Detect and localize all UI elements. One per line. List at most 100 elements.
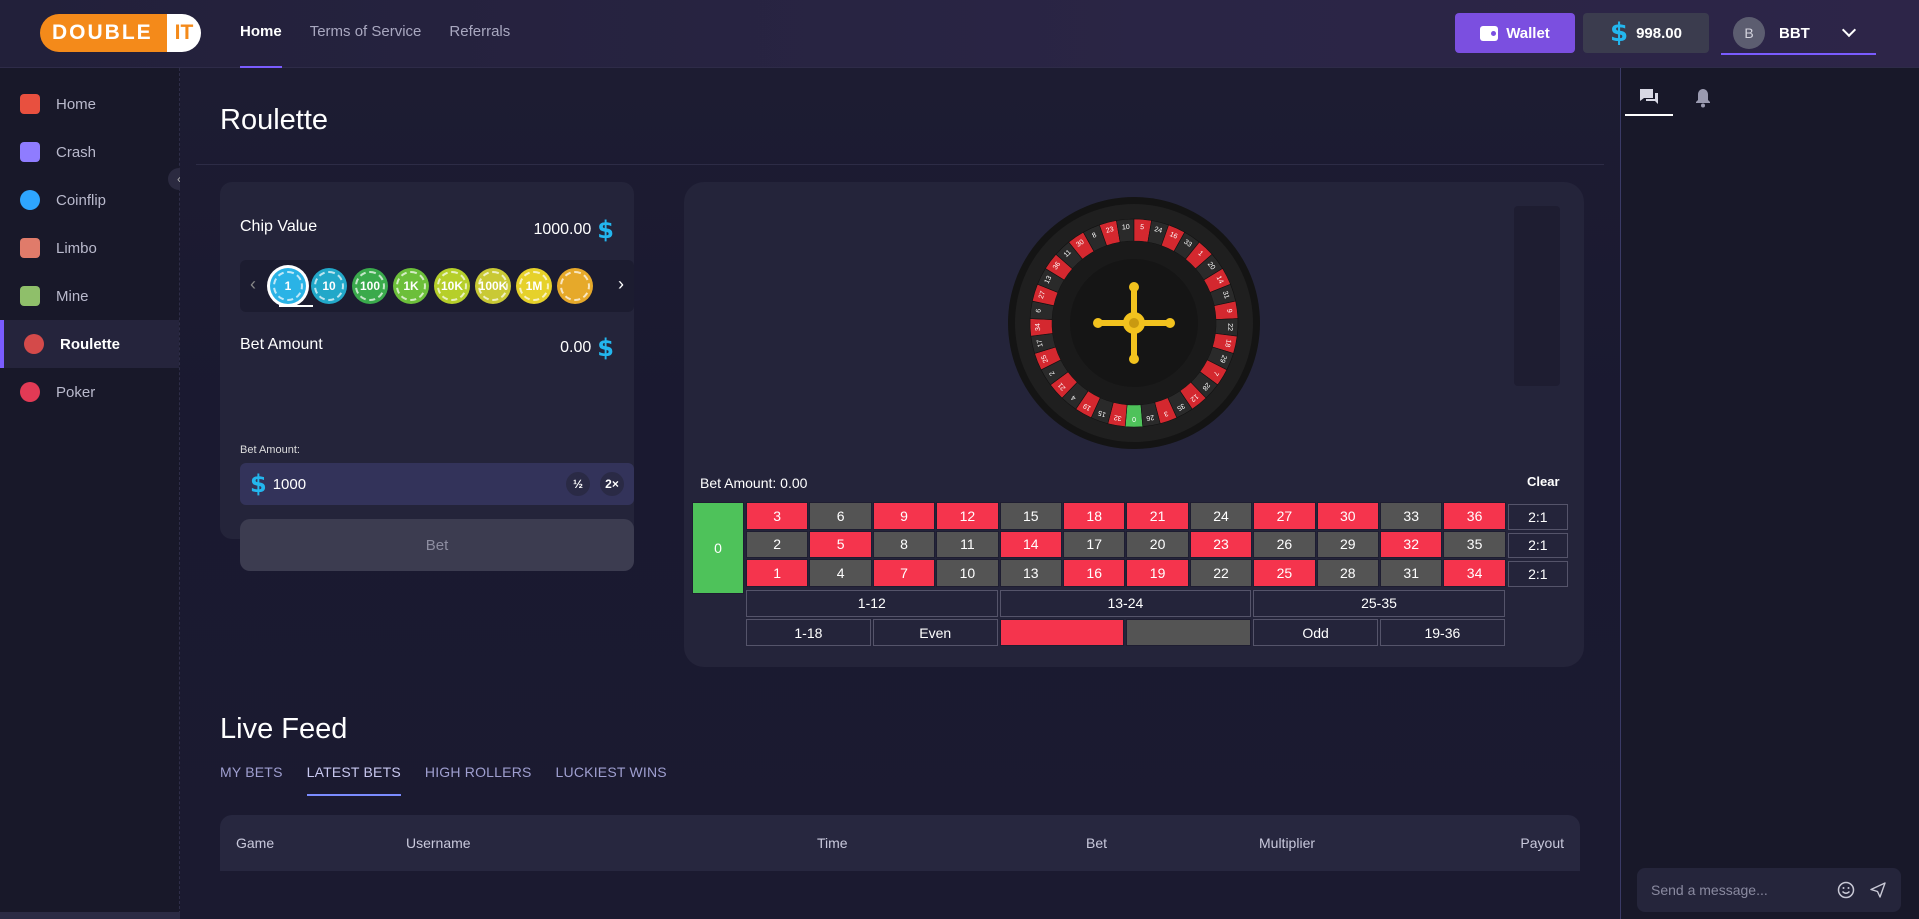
sidebar-item-poker[interactable]: Poker <box>0 368 179 416</box>
sidebar-item-label: Roulette <box>60 335 120 353</box>
roulette-icon <box>24 334 44 354</box>
bet-number-30[interactable]: 30 <box>1316 502 1379 530</box>
bet-number-9[interactable]: 9 <box>872 502 936 530</box>
bet-number-15[interactable]: 15 <box>999 502 1062 530</box>
wheel-number: 22 <box>1226 323 1233 331</box>
bet-zero[interactable]: 0 <box>692 502 744 594</box>
chip-label: 1 <box>284 279 292 293</box>
bet-amount-value: 0.00 <box>560 339 592 356</box>
title-divider <box>196 164 1604 165</box>
bet-number-19[interactable]: 19 <box>1126 559 1189 587</box>
tab-latest-bets[interactable]: LATEST BETS <box>306 764 402 796</box>
bet-number-3[interactable]: 3 <box>746 502 809 530</box>
bet-column-1[interactable]: 2:1 <box>1507 504 1568 530</box>
chip-next-icon[interactable]: › <box>618 274 624 295</box>
bet-number-14[interactable]: 14 <box>999 530 1062 558</box>
chip-1m[interactable]: 1M <box>516 268 552 304</box>
chat-placeholder[interactable]: Send a message... <box>1651 882 1837 898</box>
nav-referrals[interactable]: Referrals <box>449 0 510 68</box>
bet-number-16[interactable]: 16 <box>1063 559 1126 587</box>
bet-number-18[interactable]: 18 <box>1063 502 1126 530</box>
bet-number-20[interactable]: 20 <box>1126 530 1189 558</box>
nav-terms-of-service[interactable]: Terms of Service <box>310 0 422 68</box>
bet-number-22[interactable]: 22 <box>1189 559 1253 587</box>
bet-number-6[interactable]: 6 <box>809 502 872 530</box>
bet-number-4[interactable]: 4 <box>809 559 872 587</box>
wheel-number: 5 <box>1140 224 1145 231</box>
nav-home[interactable]: Home <box>240 0 282 68</box>
column-header-multiplier: Multiplier <box>1259 835 1316 851</box>
bet-number-7[interactable]: 7 <box>872 559 936 587</box>
user-menu[interactable]: B BBT <box>1721 13 1876 55</box>
bet-number-21[interactable]: 21 <box>1126 502 1189 530</box>
logo[interactable]: DOUBLE IT <box>40 14 202 52</box>
sidebar-item-crash[interactable]: Crash <box>0 128 179 176</box>
chip-more[interactable] <box>557 268 593 304</box>
chip-10[interactable]: 10 <box>311 268 347 304</box>
bet-1-18[interactable]: 1-18 <box>746 619 871 646</box>
chip-prev-icon[interactable]: ‹ <box>250 274 256 295</box>
chip-100[interactable]: 100 <box>352 268 388 304</box>
sidebar-item-coinflip[interactable]: Coinflip <box>0 176 179 224</box>
column-header-bet: Bet <box>1086 835 1108 851</box>
chip-1[interactable]: 1 <box>270 268 306 304</box>
bet-number-35[interactable]: 35 <box>1443 530 1506 558</box>
bet-number-1[interactable]: 1 <box>746 559 809 587</box>
bet-number-32[interactable]: 32 <box>1380 530 1443 558</box>
sidebar-item-mine[interactable]: Mine <box>0 272 179 320</box>
bet-number-11[interactable]: 11 <box>936 530 999 558</box>
bet-number-25[interactable]: 25 <box>1253 559 1316 587</box>
bet-19-36[interactable]: 19-36 <box>1380 619 1505 646</box>
sidebar-item-home[interactable]: Home <box>0 80 179 128</box>
bet-number-13[interactable]: 13 <box>999 559 1062 587</box>
send-icon[interactable] <box>1869 881 1887 899</box>
sidebar: Home Crash Coinflip Limbo Mine Roulette Poker … <box>0 68 190 919</box>
bet-column-2[interactable]: 2:1 <box>1507 532 1568 558</box>
bet-number-24[interactable]: 24 <box>1189 502 1253 530</box>
bet-number-12[interactable]: 12 <box>936 502 999 530</box>
chip-1k[interactable]: 1K <box>393 268 429 304</box>
bet-button[interactable]: Bet <box>240 519 634 571</box>
tab-high-rollers[interactable]: HIGH ROLLERS <box>425 764 532 796</box>
notifications-tab[interactable] <box>1679 80 1727 116</box>
bet-odd[interactable]: Odd <box>1253 619 1378 646</box>
bet-dozen-2[interactable]: 13-24 <box>999 589 1252 617</box>
bet-input-value[interactable]: 1000 <box>273 476 556 493</box>
sidebar-item-label: Coinflip <box>56 191 107 209</box>
chat-icon <box>1640 89 1658 104</box>
bet-dozen-3[interactable]: 25-35 <box>1253 589 1505 617</box>
bet-number-10[interactable]: 10 <box>936 559 999 587</box>
bet-even[interactable]: Even <box>872 619 998 646</box>
tab-luckiest-wins[interactable]: LUCKIEST WINS <box>556 764 667 796</box>
sidebar-item-roulette[interactable]: Roulette <box>0 320 179 368</box>
bet-number-23[interactable]: 23 <box>1189 530 1253 558</box>
bet-number-31[interactable]: 31 <box>1380 559 1443 587</box>
bet-black[interactable] <box>1126 619 1252 646</box>
chat-tab[interactable] <box>1625 80 1673 116</box>
bet-number-29[interactable]: 29 <box>1316 530 1379 558</box>
bet-number-2[interactable]: 2 <box>746 530 809 558</box>
emoji-icon[interactable] <box>1837 881 1855 899</box>
chat-input[interactable]: Send a message... <box>1637 868 1901 912</box>
bet-amount-input[interactable]: $ 1000 ½ 2× <box>240 463 634 505</box>
bet-number-5[interactable]: 5 <box>809 530 872 558</box>
sidebar-item-limbo[interactable]: Limbo <box>0 224 179 272</box>
bet-number-36[interactable]: 36 <box>1443 502 1506 530</box>
bet-number-34[interactable]: 34 <box>1443 559 1506 587</box>
wallet-button[interactable]: Wallet <box>1455 13 1575 53</box>
bet-number-28[interactable]: 28 <box>1316 559 1379 587</box>
half-button[interactable]: ½ <box>566 472 590 496</box>
chip-100k[interactable]: 100K <box>475 268 511 304</box>
bet-number-27[interactable]: 27 <box>1253 502 1316 530</box>
chip-10k[interactable]: 10K <box>434 268 470 304</box>
clear-button[interactable]: Clear <box>1527 474 1560 489</box>
bet-red[interactable] <box>999 619 1125 646</box>
bet-number-17[interactable]: 17 <box>1063 530 1126 558</box>
bet-number-26[interactable]: 26 <box>1253 530 1316 558</box>
bet-number-8[interactable]: 8 <box>872 530 936 558</box>
bet-column-3[interactable]: 2:1 <box>1507 561 1568 587</box>
tab-my-bets[interactable]: MY BETS <box>220 764 283 796</box>
bet-dozen-1[interactable]: 1-12 <box>746 589 998 617</box>
double-button[interactable]: 2× <box>600 472 624 496</box>
bet-number-33[interactable]: 33 <box>1380 502 1443 530</box>
